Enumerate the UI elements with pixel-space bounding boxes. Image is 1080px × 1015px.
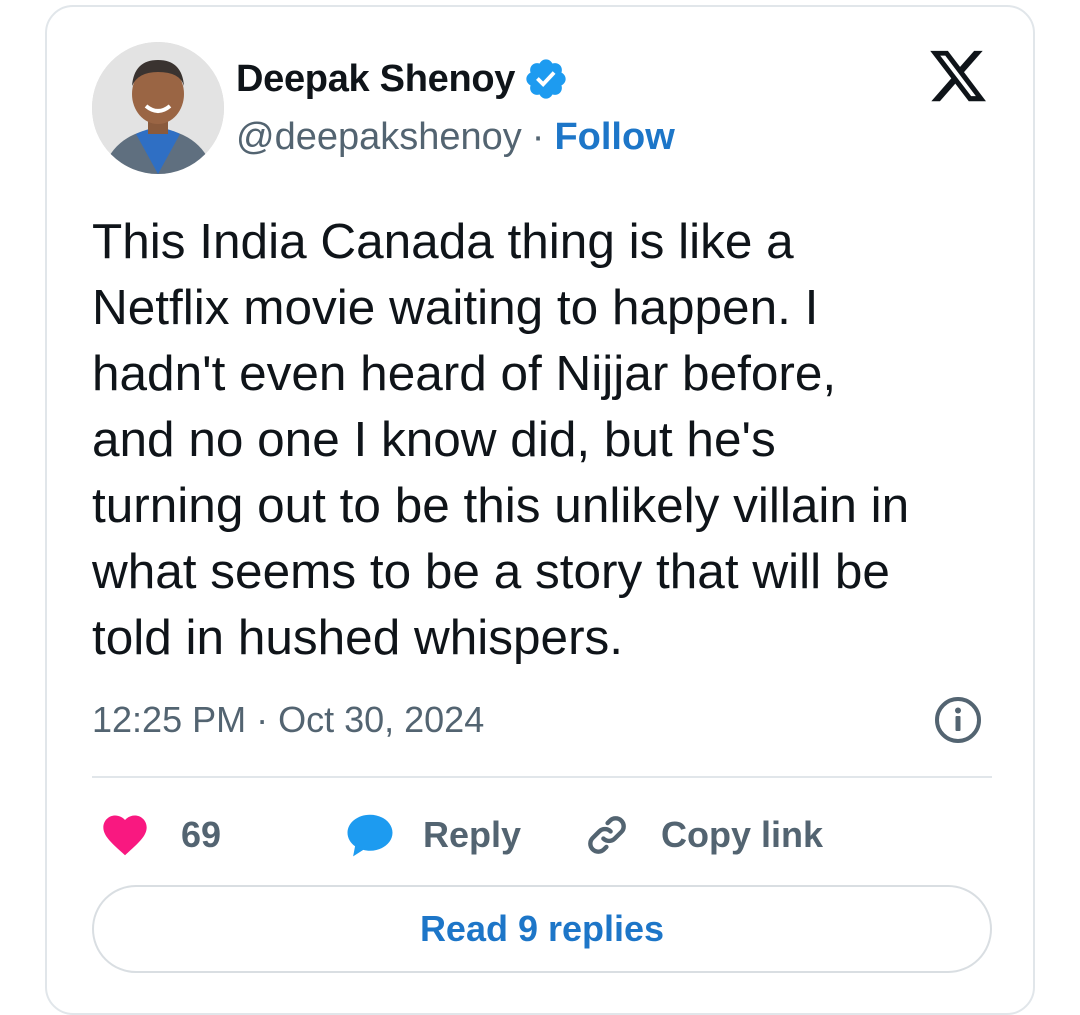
x-logo-icon[interactable] xyxy=(927,45,989,107)
like-button[interactable]: 69 xyxy=(99,807,221,863)
divider xyxy=(92,776,992,778)
author-name-row: Deepak Shenoy xyxy=(236,55,569,103)
copy-link-label: Copy link xyxy=(661,814,824,855)
heart-icon xyxy=(103,815,147,856)
tweet-line: turning out to be this unlikely villain … xyxy=(92,478,910,533)
tweet-line: hadn't even heard of Nijjar before, xyxy=(92,346,837,401)
follow-button[interactable]: Follow xyxy=(554,116,674,159)
copy-link-button[interactable]: Copy link xyxy=(583,807,823,863)
timestamp-text[interactable]: 12:25 PM · Oct 30, 2024 xyxy=(92,699,484,741)
reply-label: Reply xyxy=(423,814,522,855)
tweet-line: Netflix movie waiting to happen. I xyxy=(92,280,819,335)
action-bar: 69 Reply Copy link xyxy=(99,807,979,863)
link-icon xyxy=(588,816,626,854)
tweet-card: Deepak Shenoy @deepakshenoy · Follow Thi… xyxy=(45,5,1035,1015)
tweet-line: what seems to be a story that will be xyxy=(92,544,890,599)
read-replies-button[interactable]: Read 9 replies xyxy=(92,885,992,973)
info-icon[interactable] xyxy=(933,695,983,745)
author-handle-row: @deepakshenoy · Follow xyxy=(236,113,675,161)
author-handle[interactable]: @deepakshenoy xyxy=(236,116,522,159)
speech-bubble-icon xyxy=(347,814,393,857)
author-name[interactable]: Deepak Shenoy xyxy=(236,58,515,101)
tweet-line: told in hushed whispers. xyxy=(92,610,624,665)
tweet-line: and no one I know did, but he's xyxy=(92,412,776,467)
tweet-line: This India Canada thing is like a xyxy=(92,214,794,269)
read-replies-label: Read 9 replies xyxy=(419,908,665,949)
like-count: 69 xyxy=(181,814,222,855)
tweet-timestamp[interactable]: 12:25 PM · Oct 30, 2024 xyxy=(92,695,484,745)
reply-button[interactable]: Reply xyxy=(343,807,521,863)
avatar[interactable] xyxy=(92,42,224,174)
verified-badge-icon xyxy=(526,59,566,99)
tweet-text: This India Canada thing is like a Netfli… xyxy=(92,209,1022,671)
separator: · xyxy=(531,115,545,158)
avatar-photo xyxy=(92,42,224,174)
